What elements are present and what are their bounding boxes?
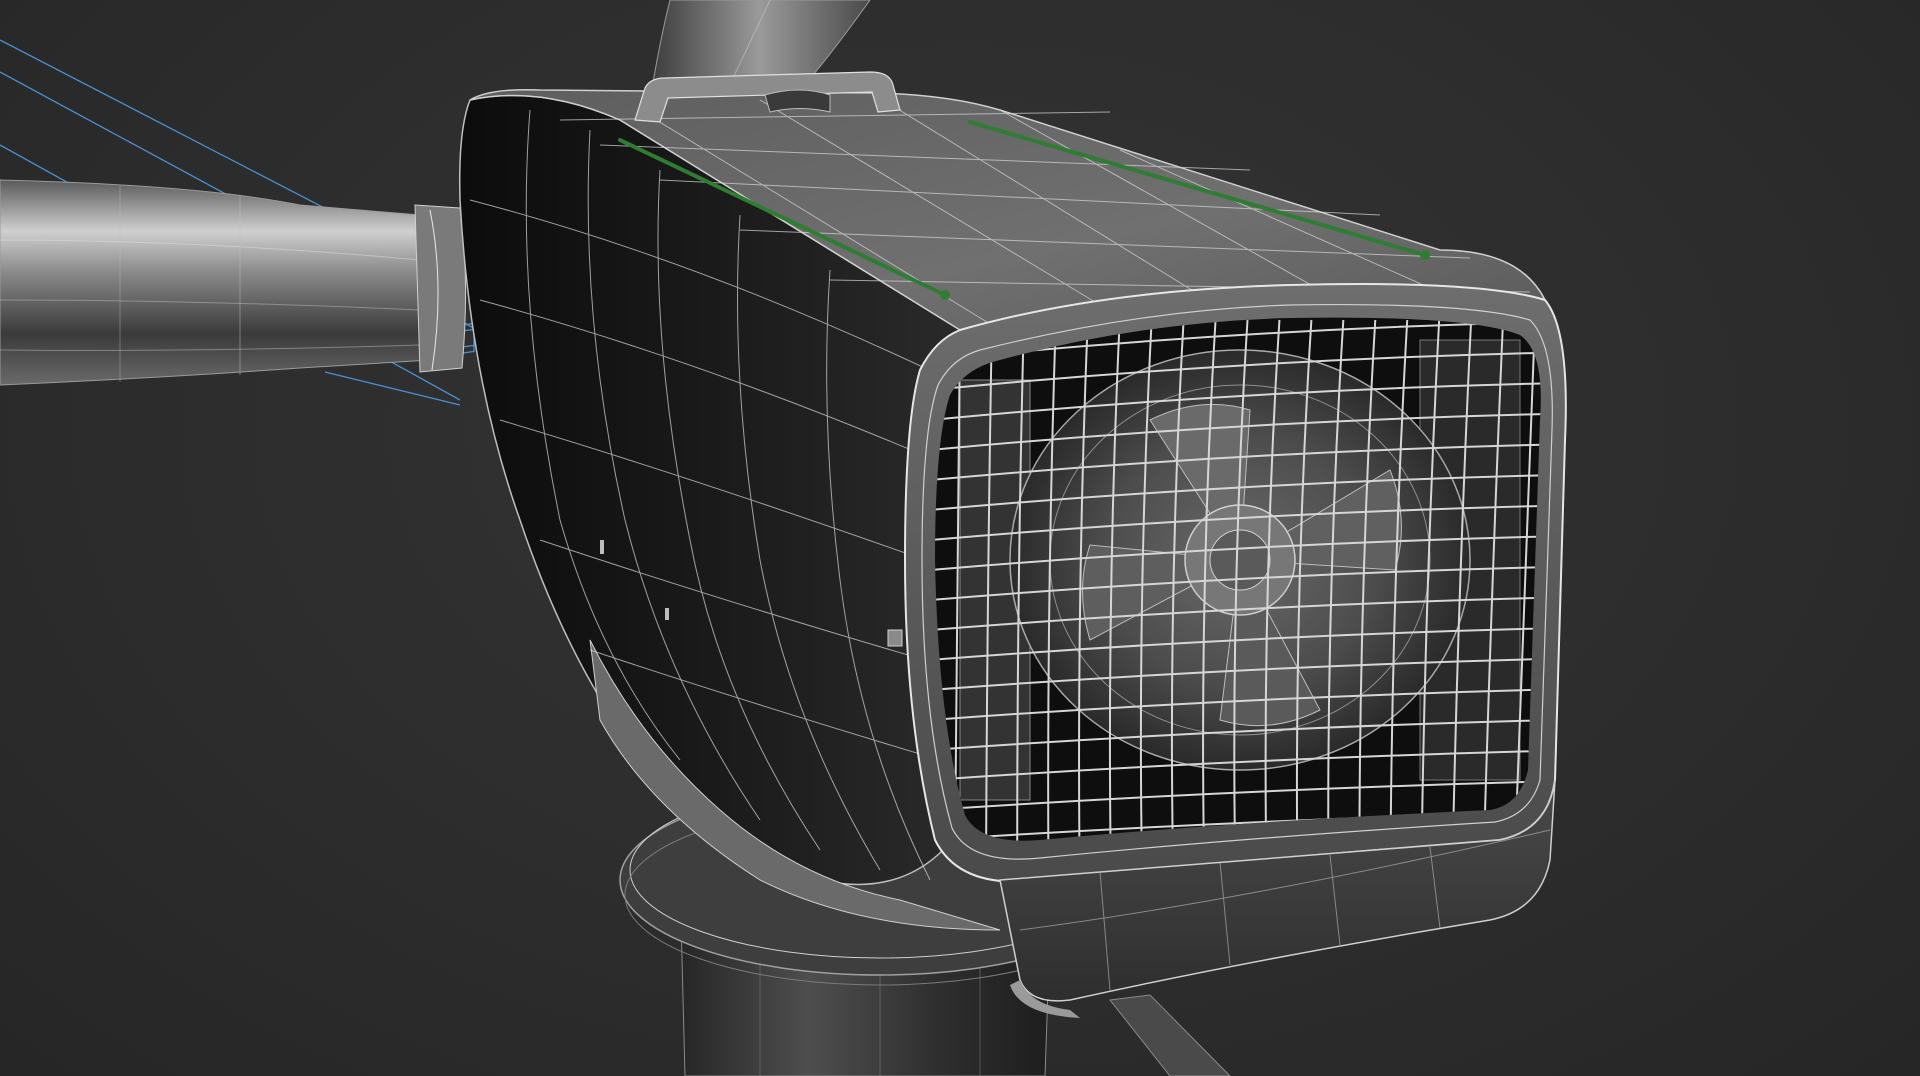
3d-viewport[interactable] xyxy=(0,0,1920,1076)
rotor-hub-arm[interactable] xyxy=(0,179,467,386)
viewport-scene[interactable] xyxy=(0,0,1920,1076)
